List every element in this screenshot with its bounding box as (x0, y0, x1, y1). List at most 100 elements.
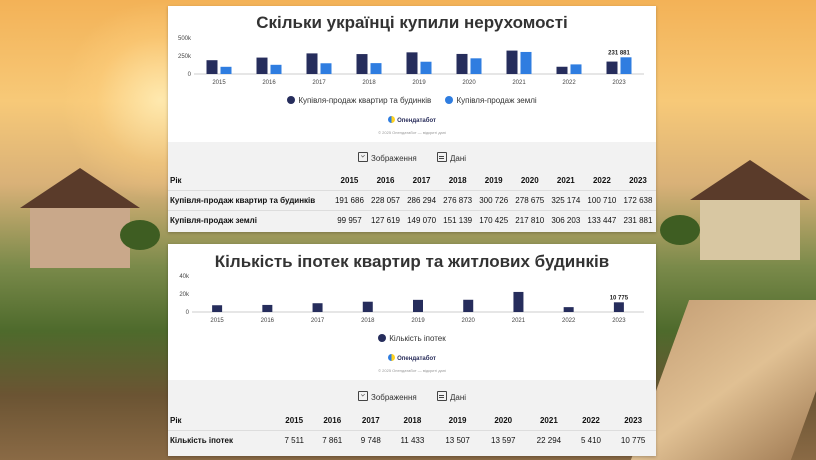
table-cell: 133 447 (587, 216, 617, 225)
table-header-year: 2017 (361, 416, 380, 425)
table-cell: 170 425 (479, 216, 509, 225)
y-tick-label: 0 (188, 72, 192, 78)
y-tick-label: 250k (178, 54, 192, 60)
legend-dot (287, 96, 296, 104)
document-icon (436, 152, 447, 162)
tree (660, 215, 700, 245)
download-icon (357, 391, 368, 401)
x-tick-label: 2015 (212, 80, 226, 86)
chart-title: Скільки українці купили нерухомості (256, 13, 568, 32)
bar (456, 53, 468, 74)
table-cell: 228 057 (371, 196, 400, 205)
dirt-road (630, 300, 816, 460)
chart-card-purchases: Скільки українці купили нерухомості 500k… (168, 6, 656, 232)
row-label: Кількість іпотек (170, 436, 233, 445)
table-cell: 13 597 (491, 436, 516, 445)
bar (220, 66, 232, 74)
chart-legend: Кількість іпотек (168, 334, 656, 343)
y-tick-label: 0 (186, 310, 190, 316)
legend-dot (445, 96, 454, 104)
row-label: Купівля-продаж квартир та будинків (170, 196, 316, 205)
table-cell: 278 675 (515, 196, 545, 205)
x-tick-label: 2022 (562, 80, 576, 86)
x-tick-label: 2017 (311, 318, 325, 324)
x-tick-label: 2021 (512, 318, 526, 324)
logo-icon (388, 116, 396, 123)
table-cell: 100 710 (587, 196, 617, 205)
x-tick-label: 2018 (362, 80, 376, 86)
bar (206, 60, 218, 74)
row-label: Купівля-продаж землі (170, 216, 257, 225)
table-header-row: Рік 2015 2016 2017 2018 2019 2020 2021 2022 2023 (168, 411, 656, 431)
table-header-label: Рік (170, 416, 182, 425)
legend-item[interactable]: Купівля-продаж землі (445, 96, 537, 105)
bar (312, 303, 323, 312)
table-cell: 22 294 (536, 436, 562, 445)
table-cell: 300 726 (479, 196, 509, 205)
table-header-year: 2023 (629, 176, 647, 185)
bar (556, 66, 568, 74)
table-cell: 9 748 (360, 436, 381, 445)
bar (470, 58, 482, 74)
table-header-year: 2020 (494, 416, 513, 425)
table-header-year: 2022 (582, 416, 600, 425)
data-label: 10 775 (610, 295, 629, 301)
chart-legend: Купівля-продаж квартир та будинків Купів… (168, 96, 656, 105)
table-header-year: 2016 (376, 176, 395, 185)
y-tick-label: 500k (178, 36, 192, 42)
data-button[interactable]: Дані (436, 152, 467, 163)
table-cell: 231 881 (623, 216, 653, 225)
bar (613, 302, 624, 312)
table-cell: 286 294 (407, 196, 437, 205)
y-tick-label: 40k (179, 274, 190, 280)
download-image-button[interactable]: Зображення (357, 391, 417, 402)
x-tick-label: 2019 (411, 318, 425, 324)
table-header-year: 2015 (285, 416, 304, 425)
tree (120, 220, 160, 250)
table-cell: 151 139 (443, 216, 473, 225)
x-tick-label: 2016 (261, 318, 275, 324)
bar (513, 291, 524, 312)
bar (320, 63, 332, 74)
table-cell: 149 070 (407, 216, 437, 225)
bar (413, 299, 423, 312)
table-row: Купівля-продаж квартир та будинків 191 68… (168, 190, 656, 211)
table-cell: 325 174 (551, 196, 581, 205)
table-header-year: 2021 (539, 416, 558, 425)
table-cell: 306 203 (551, 216, 581, 225)
table-cell: 10 775 (620, 436, 646, 445)
table-cell: 13 507 (445, 436, 470, 445)
bar (356, 54, 368, 74)
bar (606, 61, 618, 74)
x-tick-label: 2020 (462, 318, 476, 324)
bar (506, 50, 518, 74)
table-cell: 217 810 (515, 216, 545, 225)
bar-chart-mortgages: 40k 20k 0 2015 2016 2017 2018 2019 2020 2021 2022 2… (179, 274, 644, 324)
chart-card-mortgages: Кількість іпотек квартир та житлових буд… (168, 244, 656, 456)
table-header-year: 2017 (412, 176, 431, 185)
bar (463, 299, 474, 312)
table-header-year: 2016 (323, 416, 342, 425)
download-image-label: Зображення (370, 393, 417, 402)
download-image-button[interactable]: Зображення (357, 152, 417, 163)
chart-title: Кількість іпотек квартир та житлових буд… (214, 252, 610, 271)
legend-item[interactable]: Купівля-продаж квартир та будинків (287, 96, 431, 105)
table-header-year: 2018 (448, 176, 467, 185)
bar-chart-purchases: 500k 250k 0 2015 2016 2017 2018 2019 2020 2021 202… (178, 36, 644, 86)
x-tick-label: 2019 (412, 80, 426, 86)
data-label: Дані (449, 154, 467, 163)
opendatabot-logo: Опендатабот (168, 354, 656, 362)
data-table: Рік 2015 2016 2017 2018 2019 2020 2021 2022 2023 К… (168, 411, 656, 450)
bar (563, 307, 574, 312)
logo-icon (388, 354, 396, 361)
download-icon (357, 152, 368, 162)
table-cell: 5 410 (580, 436, 601, 445)
table-header-year: 2019 (484, 176, 503, 185)
chart-actions: Зображення Дані (168, 391, 656, 402)
credit-text: © 2025 Опендатабот — відкриті дані (378, 130, 446, 135)
legend-item[interactable]: Кількість іпотек (378, 334, 446, 343)
legend-label: Купівля-продаж землі (456, 96, 537, 105)
table-header-year: 2021 (556, 176, 575, 185)
data-button[interactable]: Дані (436, 391, 466, 402)
table-row: Кількість іпотек 7 511 7 861 9 748 11 433 13 … (168, 430, 656, 451)
